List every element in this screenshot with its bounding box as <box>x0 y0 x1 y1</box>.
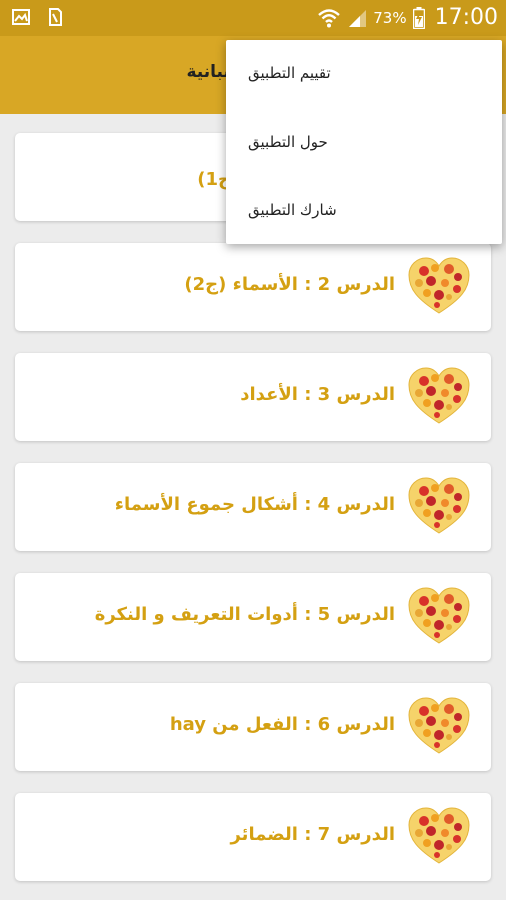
lesson-card-4[interactable]: الدرس 4 : أشكال جموع الأسماء <box>15 463 491 551</box>
overflow-menu: تقييم التطبيق حول التطبيق شارك التطبيق <box>226 40 502 244</box>
heart-spain-icon <box>408 477 470 534</box>
heart-spain-icon <box>408 697 470 754</box>
lesson-title: الدرس 2 : الأسماء (ج2) <box>184 274 395 295</box>
lesson-title: الدرس 4 : أشكال جموع الأسماء <box>114 494 395 515</box>
heart-spain-icon <box>408 807 470 864</box>
lesson-card-7[interactable]: الدرس 7 : الضمائر <box>15 793 491 881</box>
wifi-icon <box>318 8 341 27</box>
lesson-card-2[interactable]: الدرس 2 : الأسماء (ج2) <box>15 243 491 331</box>
lesson-title: الدرس 5 : أدوات التعريف و النكرة <box>94 604 395 625</box>
gallery-icon <box>12 9 30 25</box>
lesson-card-5[interactable]: الدرس 5 : أدوات التعريف و النكرة <box>15 573 491 661</box>
heart-spain-icon <box>408 587 470 644</box>
heart-spain-icon <box>408 367 470 424</box>
lesson-title: الدرس 6 : الفعل من hay <box>169 714 395 735</box>
battery-charging-icon <box>412 6 425 29</box>
menu-item-rate-app[interactable]: تقييم التطبيق <box>248 64 331 82</box>
lesson-title: الدرس 7 : الضمائر <box>230 824 395 845</box>
battery-percentage: 73% <box>373 8 407 27</box>
lesson-title: الدرس 3 : الأعداد <box>240 384 395 405</box>
sim-card-icon <box>49 8 62 26</box>
menu-item-about-app[interactable]: حول التطبيق <box>248 133 328 151</box>
menu-item-share-app[interactable]: شارك التطبيق <box>248 201 337 219</box>
lesson-card-6[interactable]: الدرس 6 : الفعل من hay <box>15 683 491 771</box>
clock: 17:00 <box>434 5 498 30</box>
signal-icon <box>349 9 367 27</box>
lesson-card-3[interactable]: الدرس 3 : الأعداد <box>15 353 491 441</box>
heart-spain-icon <box>408 257 470 314</box>
status-bar: 73% 17:00 <box>0 0 506 36</box>
